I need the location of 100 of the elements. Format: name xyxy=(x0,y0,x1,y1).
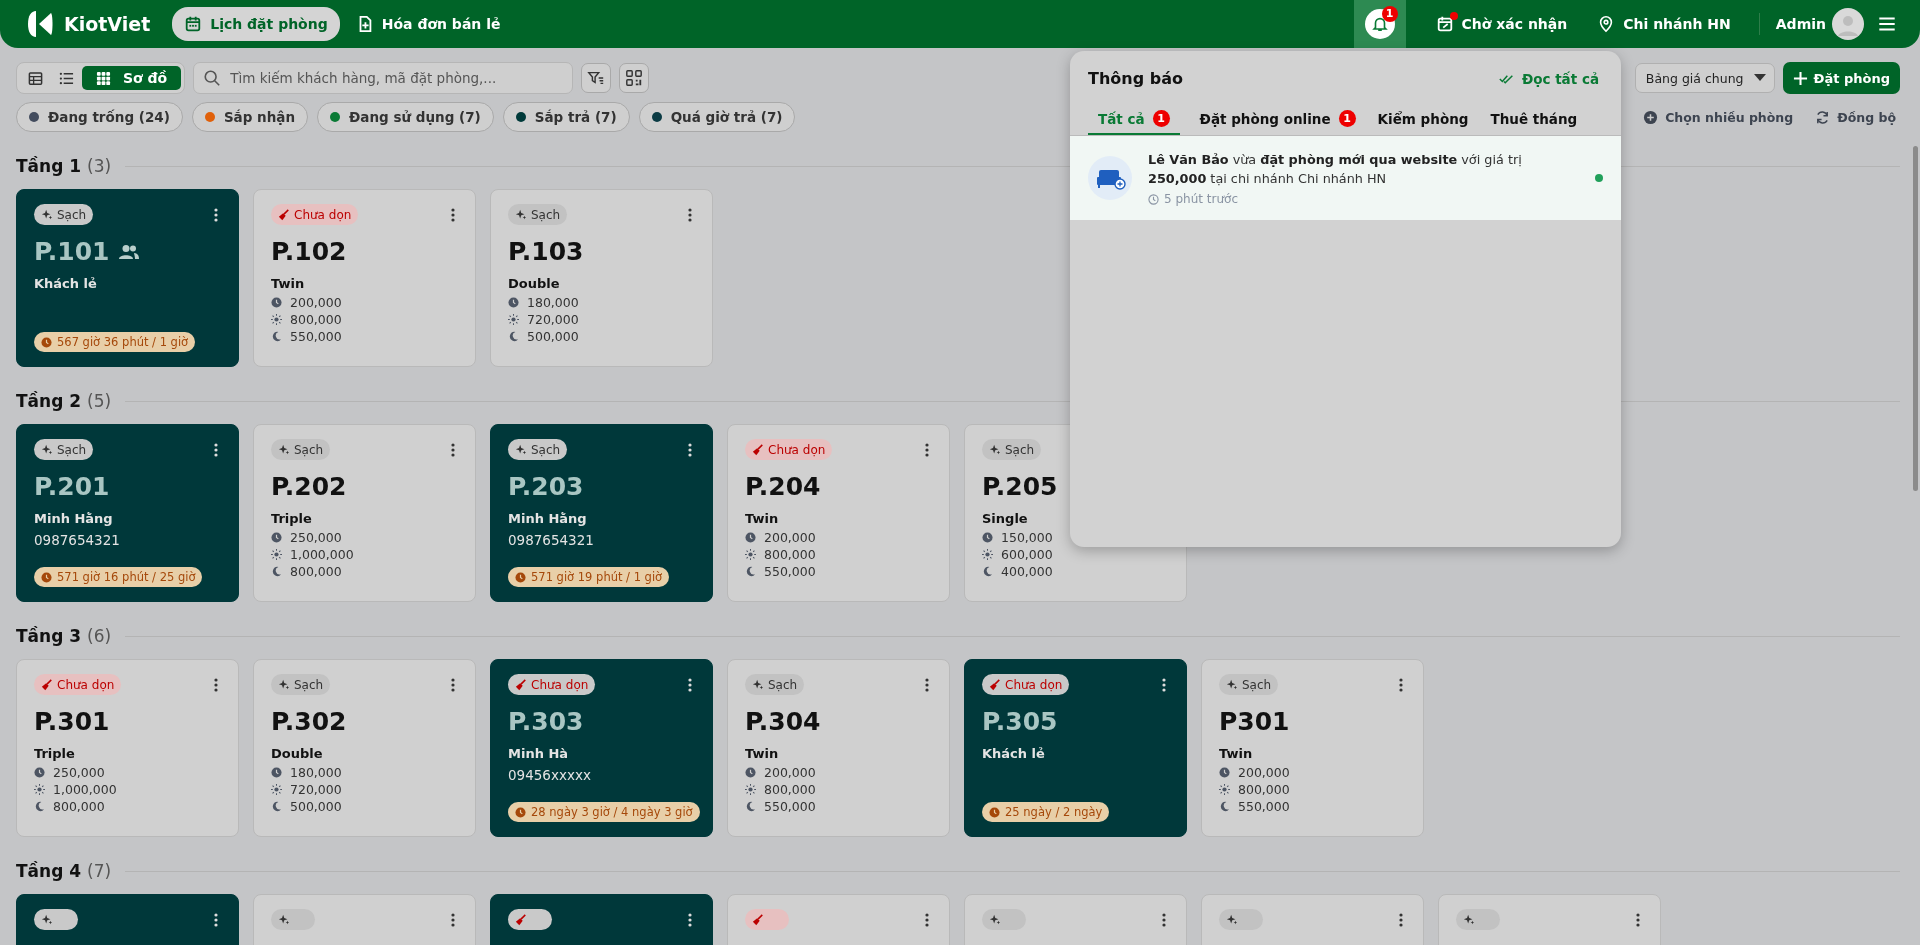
room-card[interactable]: Chưa dọn P.102 Twin 200,000 800,000 550,000 xyxy=(253,189,476,367)
room-number: P.205 xyxy=(982,472,1058,501)
count-badge: 1 xyxy=(1338,110,1356,127)
sun-icon xyxy=(1219,784,1230,795)
sparkle-icon xyxy=(1226,913,1238,926)
broom-icon xyxy=(515,678,527,691)
room-number: P.101 xyxy=(34,237,110,266)
status-filter-chip[interactable]: Sắp nhận xyxy=(191,102,309,132)
notification-tab[interactable]: Kiểm phòng xyxy=(1375,106,1471,135)
more-options-icon[interactable] xyxy=(451,677,455,692)
room-card[interactable]: Chưa dọn P.305 Khách lẻ 25 ngày / 2 ngày xyxy=(964,659,1187,837)
more-options-icon[interactable] xyxy=(1162,912,1166,927)
status-filter-chip[interactable]: Quá giờ trả (7) xyxy=(638,102,796,132)
multi-select-link[interactable]: Chọn nhiều phòng xyxy=(1643,109,1794,125)
qr-code-icon xyxy=(625,69,644,87)
room-price: 550,000 xyxy=(1238,799,1290,814)
room-card[interactable]: Chưa dọn P.204 Twin 200,000 800,000 550,000 xyxy=(727,424,950,602)
avatar-icon[interactable] xyxy=(1832,8,1864,40)
room-card[interactable]: Sạch P301 Twin 200,000 800,000 550,000 xyxy=(1201,659,1424,837)
room-price: 1,000,000 xyxy=(290,547,354,562)
pending-link[interactable]: Chờ xác nhận xyxy=(1435,15,1568,33)
price-list-dropdown[interactable]: Bảng giá chung xyxy=(1634,63,1775,93)
list-icon xyxy=(59,70,74,86)
room-number: P.103 xyxy=(508,237,584,266)
notification-button[interactable]: 1 xyxy=(1353,0,1406,48)
more-options-icon[interactable] xyxy=(451,442,455,457)
notification-item[interactable]: Lê Văn Bảo vừa đặt phòng mới qua website với giá trị 250,000 tại chi nhánh Chi nhánh HN 5 phút trước xyxy=(1070,136,1621,221)
more-options-icon[interactable] xyxy=(451,912,455,927)
notification-text: Lê Văn Bảo vừa đặt phòng mới qua website với giá trị 250,000 tại chi nhánh Chi nhánh HN xyxy=(1148,151,1523,189)
room-price: 400,000 xyxy=(1001,564,1053,579)
more-options-icon[interactable] xyxy=(1162,677,1166,692)
book-room-button[interactable]: Đặt phòng xyxy=(1782,62,1900,94)
nav-tab[interactable]: Hóa đơn bán lẻ xyxy=(343,7,513,41)
broom-icon xyxy=(278,208,290,221)
room-card[interactable]: Chưa dọn P.301 Triple 250,000 1,000,000 800,000 xyxy=(16,659,239,837)
sync-link[interactable]: Đồng bộ xyxy=(1815,109,1896,125)
more-options-icon[interactable] xyxy=(688,442,692,457)
clock-icon xyxy=(982,532,993,543)
room-card[interactable]: Chưa dọn P.303 Minh Hà 09456xxxxx 28 ngày 3 giờ / 4 ngày 3 giờ xyxy=(490,659,713,837)
room-number: P301 xyxy=(1219,707,1290,736)
moon-icon xyxy=(508,331,519,342)
filter-button[interactable] xyxy=(581,63,612,93)
room-price: 550,000 xyxy=(764,564,816,579)
more-options-icon[interactable] xyxy=(925,442,929,457)
status-filter-chip[interactable]: Đang sử dụng (7) xyxy=(317,102,494,132)
more-options-icon[interactable] xyxy=(214,207,218,222)
cleaning-status-badge: Sạch xyxy=(34,439,94,460)
logo-text: KiotViet xyxy=(64,13,151,35)
notification-tab[interactable]: Thuê tháng xyxy=(1488,106,1580,135)
more-options-icon[interactable] xyxy=(1399,912,1403,927)
view-toggle[interactable]: Sơ đồ xyxy=(82,66,182,90)
guest-phone: 0987654321 xyxy=(508,532,595,548)
clock-icon xyxy=(1148,193,1159,205)
notification-tab[interactable]: Đặt phòng online 1 xyxy=(1197,106,1358,135)
clock-icon xyxy=(271,767,282,778)
more-options-icon[interactable] xyxy=(925,677,929,692)
more-options-icon[interactable] xyxy=(688,207,692,222)
read-all-button[interactable]: Đọc tất cả xyxy=(1498,70,1599,87)
more-options-icon[interactable] xyxy=(688,677,692,692)
clock-icon xyxy=(271,297,282,308)
stay-duration-badge: 571 giờ 16 phút / 25 giờ xyxy=(34,567,203,587)
room-card[interactable]: Sạch P.101 Khách lẻ 567 giờ 36 phút / 1 giờ xyxy=(16,189,239,367)
calendar-icon xyxy=(184,15,203,33)
room-card[interactable]: Sạch P.103 Double 180,000 720,000 500,000 xyxy=(490,189,713,367)
more-options-icon[interactable] xyxy=(1636,912,1640,927)
plus-circle-icon xyxy=(1643,109,1659,125)
room-card[interactable]: Sạch P.202 Triple 250,000 1,000,000 800,000 xyxy=(253,424,476,602)
count-badge: 1 xyxy=(1152,110,1170,127)
more-options-icon[interactable] xyxy=(214,677,218,692)
status-filter-chip[interactable]: Sắp trả (7) xyxy=(502,102,630,132)
cleaning-status-badge: Chưa dọn xyxy=(745,439,833,460)
cleaning-status-badge: Chưa dọn xyxy=(508,674,596,695)
room-price: 600,000 xyxy=(1001,547,1053,562)
moon-icon xyxy=(1219,801,1230,812)
more-options-icon[interactable] xyxy=(688,912,692,927)
more-options-icon[interactable] xyxy=(214,442,218,457)
room-number: P.201 xyxy=(34,472,110,501)
nav-tab[interactable]: Lịch đặt phòng xyxy=(172,7,340,41)
search-field[interactable]: Tìm kiếm khách hàng, mã đặt phòng,... xyxy=(193,62,574,94)
room-price: 250,000 xyxy=(290,530,342,545)
sparkle-icon xyxy=(41,443,53,456)
more-options-icon[interactable] xyxy=(451,207,455,222)
room-card[interactable]: Sạch P.203 Minh Hằng 0987654321 571 giờ 19 phút / 1 giờ xyxy=(490,424,713,602)
room-type: Twin xyxy=(1219,746,1254,761)
more-options-icon[interactable] xyxy=(925,912,929,927)
room-price: 200,000 xyxy=(290,295,342,310)
sun-icon xyxy=(271,549,282,560)
room-card[interactable]: Sạch P.302 Double 180,000 720,000 500,000 xyxy=(253,659,476,837)
bell-icon xyxy=(1370,15,1389,33)
room-type: Twin xyxy=(745,746,780,761)
clock-icon xyxy=(515,806,526,818)
qr-scan-button[interactable] xyxy=(619,63,650,93)
room-card[interactable]: Sạch P.304 Twin 200,000 800,000 550,000 xyxy=(727,659,950,837)
more-options-icon[interactable] xyxy=(1399,677,1403,692)
room-number: P.304 xyxy=(745,707,821,736)
room-type: Twin xyxy=(745,511,780,526)
room-card[interactable]: Sạch P.201 Minh Hằng 0987654321 571 giờ 16 phút / 25 giờ xyxy=(16,424,239,602)
more-options-icon[interactable] xyxy=(214,912,218,927)
branch-selector[interactable]: Chi nhánh HN xyxy=(1597,15,1731,33)
status-filter-chip[interactable]: Đang trống (24) xyxy=(16,102,183,132)
